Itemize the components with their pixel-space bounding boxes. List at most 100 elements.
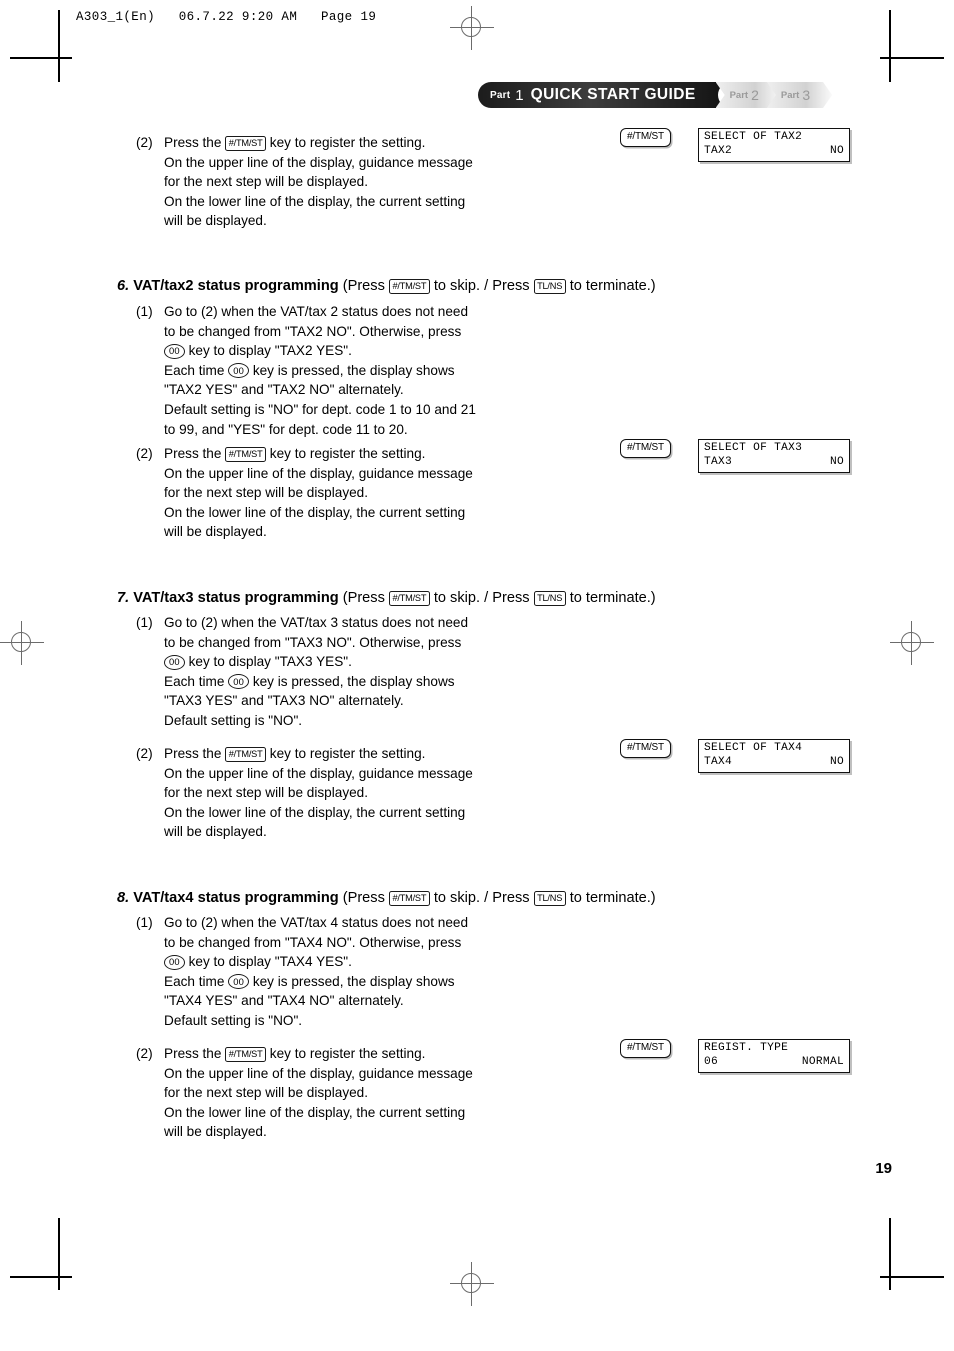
section-6-title: VAT/tax2 status programming [133, 278, 339, 294]
callout-regist-lcd-lower-right: NORMAL [801, 1055, 844, 1068]
section-7-heading: 7. VAT/tax3 status programming (Press #/… [117, 588, 656, 608]
callout-tax4-key-badge: #/TM/ST [620, 739, 671, 758]
callout-tax3-lcd-lower-right: NO [829, 455, 844, 468]
section-6-step2-line-4: will be displayed. [164, 524, 267, 540]
section-7-step2: (2) Press the #/TM/ST key to register the… [136, 744, 473, 842]
block-0-step2-lines: Press the #/TM/ST key to register the se… [164, 133, 473, 231]
callout-tax3-lcd-display: SELECT OF TAX3 TAX3 NO [698, 439, 850, 473]
key-badge-tmst: #/TM/ST [388, 590, 430, 606]
crop-mark-bottom-right-horizontal [880, 1276, 944, 1278]
callout-tax2-lcd-lower-right: NO [829, 144, 844, 157]
section-8-step1: (1) Go to (2) when the VAT/tax 4 status d… [136, 913, 468, 1031]
callout-regist-lcd-lower-line: 06 NORMAL [704, 1056, 844, 1070]
section-8-step1-line-2: 00 key to display "TAX4 YES". [164, 952, 468, 972]
section-6-step1-lines: Go to (2) when the VAT/tax 2 status does… [164, 302, 476, 439]
section-6-step1-line-1: to be changed from "TAX2 NO". Otherwise,… [164, 323, 462, 339]
block-0-step2-line-2: for the next step will be displayed. [164, 174, 369, 190]
registration-mark-right [890, 621, 934, 665]
section-8-step2: (2) Press the #/TM/ST key to register the… [136, 1044, 473, 1142]
section-8-step2-line-3: On the lower line of the display, the cu… [164, 1104, 466, 1120]
callout-tax2-key-badge: #/TM/ST [620, 128, 671, 147]
section-7-step1-lines: Go to (2) when the VAT/tax 3 status does… [164, 613, 468, 731]
key-badge-tmst: #/TM/ST [225, 746, 267, 762]
callout-regist-lcd-upper-line: REGIST. TYPE [704, 1042, 789, 1054]
key-badge-00: 00 [228, 674, 250, 690]
section-7-step2-marker: (2) [136, 746, 153, 761]
banner-part3-number: 3 [802, 87, 811, 103]
callout-tax4-lcd-upper-line: SELECT OF TAX4 [704, 742, 803, 754]
key-badge-tlns: TL/NS [533, 278, 566, 294]
banner-title: QUICK START GUIDE [530, 86, 696, 103]
section-8-step2-lines: Press the #/TM/ST key to register the se… [164, 1044, 473, 1142]
block-0-step2: (2) Press the #/TM/ST key to register the… [136, 133, 473, 231]
section-8-step2-marker: (2) [136, 1046, 153, 1061]
callout-tax4-lcd-lower-line: TAX4 NO [704, 756, 844, 770]
key-badge-tlns: TL/NS [533, 590, 566, 606]
crop-mark-top-left-vertical [58, 10, 60, 82]
section-8-step1-lines: Go to (2) when the VAT/tax 4 status does… [164, 913, 468, 1031]
key-badge-00: 00 [228, 974, 250, 990]
section-6-step2-line-2: for the next step will be displayed. [164, 485, 369, 501]
section-6-step1-line-0: Go to (2) when the VAT/tax 2 status does… [164, 304, 469, 319]
callout-tax2-lcd-upper-line: SELECT OF TAX2 [704, 131, 803, 143]
key-badge-tmst: #/TM/ST [388, 890, 430, 906]
callout-tax3-key-badge: #/TM/ST [620, 439, 671, 458]
part-banner: Part 1 QUICK START GUIDE Part 2 Part 3 [478, 82, 833, 108]
block-0-step2-line-1: On the upper line of the display, guidan… [164, 154, 473, 170]
crop-mark-bottom-left-horizontal [10, 1276, 72, 1278]
crop-mark-top-left-horizontal [10, 57, 72, 59]
page-number: 19 [875, 1160, 892, 1177]
section-6-step1-line-2: 00 key to display "TAX2 YES". [164, 341, 476, 361]
callout-tax2-lcd-lower-line: TAX2 NO [704, 145, 844, 159]
registration-mark-top [450, 6, 494, 50]
section-6-step1: (1) Go to (2) when the VAT/tax 2 status d… [136, 302, 476, 439]
section-8-step1-line-1: to be changed from "TAX4 NO". Otherwise,… [164, 934, 462, 950]
section-6-heading: 6. VAT/tax2 status programming (Press #/… [117, 276, 656, 296]
banner-part3-tab[interactable]: Part 3 [766, 82, 833, 108]
section-8-number: 8. [117, 890, 134, 906]
block-0-step2-line-4: will be displayed. [164, 213, 267, 229]
section-7-step2-line-0: Press the #/TM/ST key to register the se… [164, 746, 426, 762]
callout-tax4-lcd-lower-left: TAX4 [704, 755, 733, 768]
banner-part2-word: Part [729, 89, 749, 101]
callout-regist-lcd-lower-left: 06 [704, 1055, 719, 1068]
section-7-step1-line-5: Default setting is "NO". [164, 712, 303, 728]
callout-tax3-lcd-lower-line: TAX3 NO [704, 456, 844, 470]
section-6-step2-lines: Press the #/TM/ST key to register the se… [164, 444, 473, 542]
section-6-step1-line-6: to 99, and "YES" for dept. code 11 to 20… [164, 421, 408, 437]
section-8-step1-line-3: Each time 00 key is pressed, the display… [164, 973, 455, 990]
section-7-step2-line-2: for the next step will be displayed. [164, 785, 369, 801]
section-8-hint: (Press #/TM/ST to skip. / Press TL/NS to… [338, 890, 656, 906]
section-6-step1-line-5: Default setting is "NO" for dept. code 1… [164, 401, 476, 417]
callout-tax2-lcd-lower-left: TAX2 [704, 144, 733, 157]
section-8-step2-line-2: for the next step will be displayed. [164, 1085, 369, 1101]
section-8-step1-line-4: "TAX4 YES" and "TAX4 NO" alternately. [164, 993, 404, 1009]
key-badge-tmst: #/TM/ST [225, 1046, 267, 1062]
key-badge-tmst: #/TM/ST [388, 278, 430, 294]
key-badge-00: 00 [228, 363, 250, 379]
key-badge-00: 00 [164, 654, 185, 670]
banner-part2-number: 2 [751, 87, 759, 103]
banner-part1-number: 1 [515, 86, 524, 104]
banner-part1-active-tab[interactable]: Part 1 QUICK START GUIDE [478, 82, 730, 108]
crop-mark-bottom-right-vertical [889, 1218, 891, 1290]
section-6-hint: (Press #/TM/ST to skip. / Press TL/NS to… [338, 278, 656, 294]
callout-tax4-lcd-display: SELECT OF TAX4 TAX4 NO [698, 739, 850, 773]
banner-part1-word: Part [490, 89, 511, 101]
section-7-number: 7. [117, 590, 134, 606]
key-badge-tlns: TL/NS [533, 890, 566, 906]
section-6-step2-line-0: Press the #/TM/ST key to register the se… [164, 446, 426, 462]
section-8-step1-marker: (1) [136, 915, 153, 930]
crop-mark-bottom-left-vertical [58, 1218, 60, 1290]
callout-regist-key-badge: #/TM/ST [620, 1039, 671, 1058]
section-6-step2-marker: (2) [136, 446, 153, 461]
section-7-step2-line-3: On the lower line of the display, the cu… [164, 804, 466, 820]
key-badge-00: 00 [164, 343, 185, 359]
section-6-step1-line-4: "TAX2 YES" and "TAX2 NO" alternately. [164, 382, 404, 398]
section-7-title: VAT/tax3 status programming [133, 590, 339, 606]
section-8-step2-line-0: Press the #/TM/ST key to register the se… [164, 1046, 426, 1062]
section-7-step1-marker: (1) [136, 615, 153, 630]
section-8-title: VAT/tax4 status programming [133, 890, 339, 906]
section-6-step1-marker: (1) [136, 304, 153, 319]
callout-tax4-lcd-lower-right: NO [829, 755, 844, 768]
